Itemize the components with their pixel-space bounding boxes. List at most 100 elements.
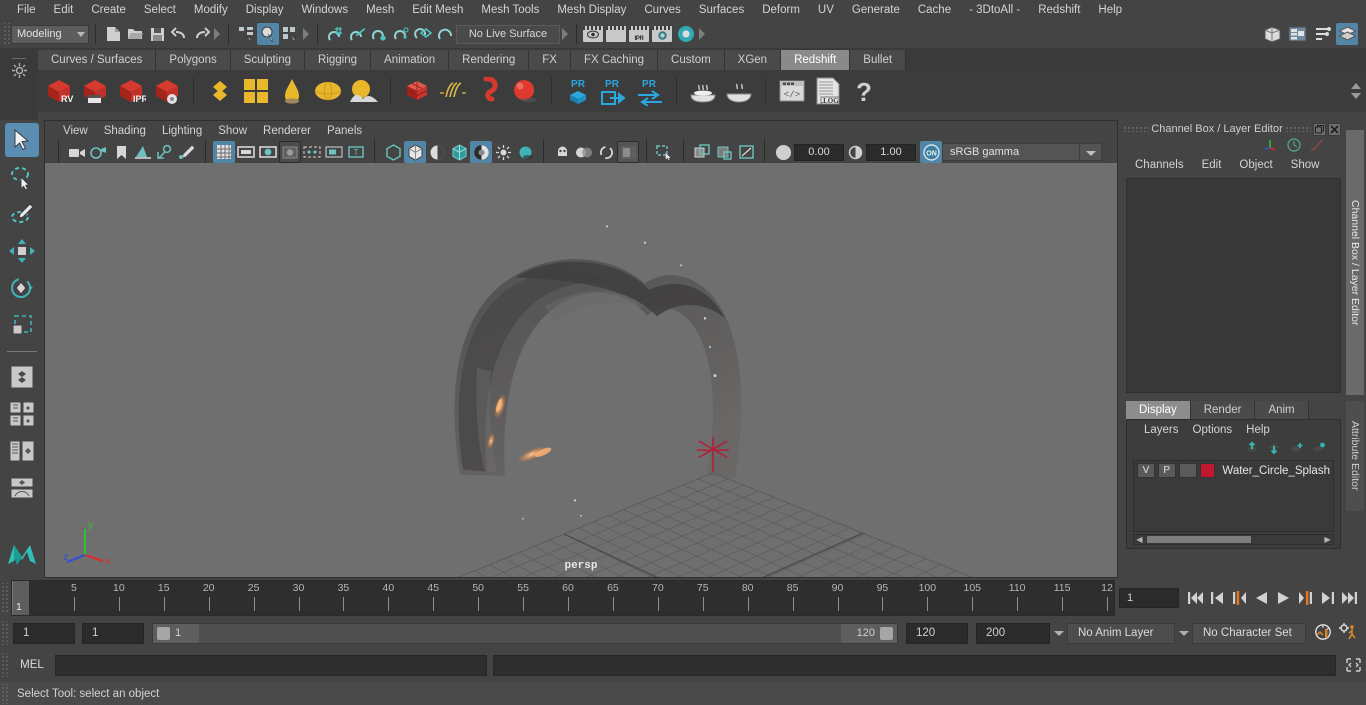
viewport-menu-panels[interactable]: Panels bbox=[319, 123, 370, 139]
paint-select-tool-button[interactable] bbox=[5, 197, 39, 231]
command-line-grip[interactable] bbox=[0, 653, 9, 677]
anim-layer-chevron-down-icon[interactable] bbox=[1050, 623, 1067, 644]
xray-joints-icon[interactable] bbox=[713, 141, 735, 163]
range-end-handle[interactable]: 120 bbox=[841, 623, 897, 643]
menu-set-selector[interactable]: Modeling bbox=[11, 24, 89, 44]
menu-help[interactable]: Help bbox=[1089, 2, 1131, 18]
clock-icon[interactable] bbox=[1287, 137, 1301, 155]
time-slider[interactable]: 1 5 10 15 20 25 30 35 40 45 50 55 60 65 70 75 80 85 90 95 1… bbox=[11, 580, 1115, 616]
menu-file[interactable]: File bbox=[8, 2, 45, 18]
gate-mask-icon[interactable] bbox=[279, 141, 301, 163]
menu-curves[interactable]: Curves bbox=[635, 2, 689, 18]
snap-to-projected-center-icon[interactable] bbox=[390, 23, 412, 45]
channel-box-menu-object[interactable]: Object bbox=[1230, 157, 1281, 173]
time-slider-grip[interactable] bbox=[0, 583, 9, 613]
color-management-toggle-icon[interactable]: ON bbox=[920, 141, 942, 163]
menu-mesh-display[interactable]: Mesh Display bbox=[548, 2, 635, 18]
menu-mesh-tools[interactable]: Mesh Tools bbox=[472, 2, 548, 18]
layer-tab-render[interactable]: Render bbox=[1190, 401, 1256, 419]
range-start-grip[interactable] bbox=[157, 626, 170, 640]
grease-pencil-icon[interactable] bbox=[176, 141, 198, 163]
snap-to-point-icon[interactable] bbox=[368, 23, 390, 45]
show-hide-tool-settings-icon[interactable] bbox=[1311, 23, 1333, 45]
render-current-frame-icon[interactable] bbox=[583, 26, 603, 42]
save-scene-icon[interactable] bbox=[146, 23, 168, 45]
step-back-keyframe-icon[interactable] bbox=[1207, 587, 1228, 609]
snap-to-view-plane-icon[interactable] bbox=[412, 23, 434, 45]
wireframe-icon[interactable] bbox=[382, 141, 404, 163]
shelf-scroll-down-icon[interactable] bbox=[1351, 93, 1361, 99]
shelf-button-redshift-render-view[interactable]: RV bbox=[42, 74, 76, 108]
safe-action-icon[interactable] bbox=[323, 141, 345, 163]
anim-layer-select[interactable]: No Anim Layer bbox=[1067, 622, 1175, 644]
shelf-button-redshift-proxy-swap[interactable]: PR bbox=[633, 74, 667, 108]
collapse-snap-group-arrow[interactable] bbox=[560, 23, 570, 45]
collapse-file-group-arrow[interactable] bbox=[212, 23, 222, 45]
shelf-button-redshift-sphere[interactable] bbox=[508, 74, 542, 108]
layer-color-swatch[interactable] bbox=[1199, 463, 1216, 478]
menu-cache[interactable]: Cache bbox=[909, 2, 960, 18]
textured-icon[interactable] bbox=[470, 141, 492, 163]
open-scene-icon[interactable] bbox=[124, 23, 146, 45]
layer-list[interactable]: V P Water_Circle_Splash bbox=[1133, 460, 1334, 532]
film-origin-icon[interactable] bbox=[301, 141, 323, 163]
shelf-button-redshift-volume[interactable] bbox=[400, 74, 434, 108]
menu-3dtoall[interactable]: - 3DtoAll - bbox=[960, 2, 1029, 18]
select-camera-icon[interactable] bbox=[66, 141, 88, 163]
shelf-button-redshift-curve[interactable] bbox=[472, 74, 506, 108]
color-management-select[interactable]: sRGB gamma bbox=[942, 143, 1080, 161]
move-tool-button[interactable] bbox=[5, 234, 39, 268]
menu-display[interactable]: Display bbox=[237, 2, 293, 18]
channel-box-menu-channels[interactable]: Channels bbox=[1126, 157, 1193, 173]
command-input-field[interactable] bbox=[56, 655, 486, 675]
new-scene-icon[interactable] bbox=[102, 23, 124, 45]
render-ipr-label-icon[interactable]: IPR bbox=[629, 26, 649, 42]
ipr-render-icon[interactable] bbox=[606, 26, 626, 42]
current-time-field[interactable]: 1 bbox=[1119, 588, 1179, 608]
menu-edit-mesh[interactable]: Edit Mesh bbox=[403, 2, 472, 18]
range-bar[interactable]: 1 120 bbox=[152, 622, 898, 644]
camera-attributes-icon[interactable] bbox=[88, 141, 110, 163]
range-end-grip[interactable] bbox=[880, 626, 893, 640]
channel-box-menu-edit[interactable]: Edit bbox=[1193, 157, 1231, 173]
character-set-chevron-down-icon[interactable] bbox=[1175, 623, 1192, 644]
menu-windows[interactable]: Windows bbox=[292, 2, 357, 18]
isolate-select-icon[interactable] bbox=[654, 141, 676, 163]
show-hide-attribute-editor-icon[interactable] bbox=[1286, 23, 1308, 45]
menu-generate[interactable]: Generate bbox=[843, 2, 909, 18]
step-forward-keyframe-icon[interactable] bbox=[1317, 587, 1338, 609]
panel-grip[interactable] bbox=[1123, 126, 1149, 132]
resolution-gate-icon[interactable] bbox=[257, 141, 279, 163]
animation-end-time-field[interactable]: 200 bbox=[976, 622, 1050, 644]
layer-visibility-toggle[interactable]: V bbox=[1137, 463, 1155, 478]
live-surface-field[interactable]: No Live Surface bbox=[456, 24, 560, 44]
layer-list-scrollbar[interactable]: ◀ ▶ bbox=[1133, 534, 1334, 545]
menu-select[interactable]: Select bbox=[135, 2, 185, 18]
undo-icon[interactable] bbox=[168, 23, 190, 45]
shelf-tab-fx[interactable]: FX bbox=[529, 50, 571, 70]
layout-outliner-persp-button[interactable] bbox=[5, 434, 39, 468]
snap-to-grid-icon[interactable] bbox=[324, 23, 346, 45]
shelf-button-redshift-bake-all[interactable] bbox=[686, 74, 720, 108]
shelf-tab-rendering[interactable]: Rendering bbox=[449, 50, 530, 70]
render-settings-icon[interactable] bbox=[652, 26, 672, 42]
range-start-handle[interactable]: 1 bbox=[153, 623, 199, 643]
layer-playback-toggle[interactable]: P bbox=[1157, 463, 1176, 478]
collapse-select-group-arrow[interactable] bbox=[301, 23, 311, 45]
viewport-menu-renderer[interactable]: Renderer bbox=[255, 123, 319, 139]
select-by-component-icon[interactable] bbox=[279, 23, 301, 45]
show-hide-modeling-toolkit-icon[interactable] bbox=[1261, 23, 1283, 45]
current-time-indicator[interactable]: 1 bbox=[12, 581, 29, 615]
range-slider-grip[interactable] bbox=[0, 621, 9, 645]
step-forward-frame-icon[interactable] bbox=[1295, 587, 1316, 609]
shelf-tab-rigging[interactable]: Rigging bbox=[305, 50, 372, 70]
shelf-tab-curves-surfaces[interactable]: Curves / Surfaces bbox=[38, 50, 157, 70]
auto-keyframe-icon[interactable] bbox=[1314, 623, 1333, 644]
menu-uv[interactable]: UV bbox=[809, 2, 843, 18]
show-hide-channel-box-icon[interactable] bbox=[1336, 23, 1358, 45]
create-layer-from-selected-icon[interactable] bbox=[1311, 442, 1326, 457]
shelf-button-redshift-bake-selected[interactable] bbox=[722, 74, 756, 108]
play-forwards-icon[interactable] bbox=[1273, 587, 1294, 609]
shelf-tab-polygons[interactable]: Polygons bbox=[156, 50, 231, 70]
character-set-select[interactable]: No Character Set bbox=[1192, 622, 1306, 644]
